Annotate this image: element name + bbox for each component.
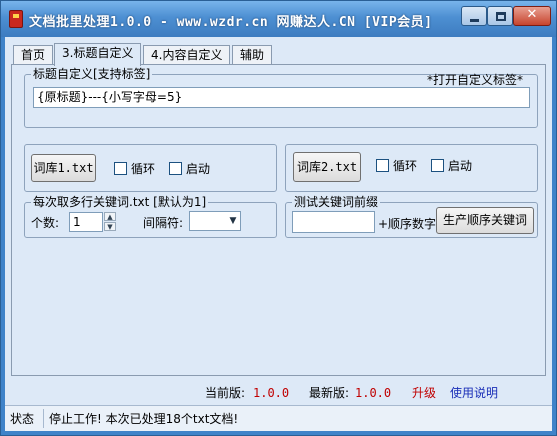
lexicon2-enable-checkbox[interactable] bbox=[431, 159, 444, 172]
maximize-button[interactable] bbox=[487, 6, 513, 26]
status-bar: 状态 停止工作! 本次已处理18个txt文档! bbox=[5, 405, 552, 431]
tab-assist[interactable]: 辅助 bbox=[232, 45, 273, 65]
open-custom-tags-link[interactable]: *打开自定义标签* bbox=[427, 73, 523, 87]
minimize-button[interactable] bbox=[461, 6, 487, 26]
sequence-number-label: +顺序数字 bbox=[378, 217, 437, 231]
status-message: 停止工作! 本次已处理18个txt文档! bbox=[49, 412, 239, 426]
lexicon2-loop-checkbox[interactable] bbox=[376, 159, 389, 172]
chevron-down-icon[interactable]: ▼ bbox=[227, 214, 239, 228]
lexicon1-enable-checkbox[interactable] bbox=[169, 162, 182, 175]
current-version-value: 1.0.0 bbox=[253, 386, 290, 400]
upgrade-link[interactable]: 升级 bbox=[412, 386, 436, 400]
multi-keyword-group-label: 每次取多行关键词.txt [默认为1] bbox=[31, 195, 209, 209]
latest-version-value: 1.0.0 bbox=[355, 386, 392, 400]
lexicon2-group: 词库2.txt 循环 启动 bbox=[285, 144, 538, 192]
lexicon1-loop-checkbox[interactable] bbox=[114, 162, 127, 175]
tab-panel: 标题自定义[支持标签] *打开自定义标签* {原标题}---{小写字母=5} 词… bbox=[11, 64, 546, 376]
multi-keyword-group: 每次取多行关键词.txt [默认为1] 个数: 1 ▲ ▼ 间隔符: ▼ bbox=[24, 195, 277, 238]
prefix-input[interactable] bbox=[292, 211, 375, 233]
count-label: 个数: bbox=[31, 216, 60, 230]
tab-home[interactable]: 首页 bbox=[13, 45, 54, 65]
status-label: 状态 bbox=[10, 412, 35, 426]
lexicon2-enable-label: 启动 bbox=[448, 159, 473, 173]
close-icon: ✕ bbox=[526, 7, 538, 22]
lexicon1-group: 词库1.txt 循环 启动 bbox=[24, 144, 277, 192]
test-prefix-group: 测试关键词前缀 +顺序数字 生产顺序关键词 bbox=[285, 195, 538, 238]
lexicon1-enable-label: 启动 bbox=[186, 162, 211, 176]
latest-version-label: 最新版: bbox=[309, 386, 350, 400]
tab-title-custom[interactable]: 3.标题自定义 bbox=[54, 43, 142, 66]
help-link[interactable]: 使用说明 bbox=[450, 386, 498, 400]
minimize-icon bbox=[470, 19, 479, 22]
app-icon bbox=[9, 10, 23, 28]
separator-label: 间隔符: bbox=[143, 216, 184, 230]
title-custom-group-label: 标题自定义[支持标签] bbox=[31, 67, 153, 81]
test-prefix-group-label: 测试关键词前缀 bbox=[292, 195, 381, 209]
lexicon2-button[interactable]: 词库2.txt bbox=[293, 152, 361, 182]
tab-content-custom[interactable]: 4.内容自定义 bbox=[143, 45, 231, 65]
title-bar[interactable]: 文档批里处理1.0.0 - www.wzdr.cn 网赚达人.CN [VIP会员… bbox=[1, 1, 556, 37]
count-input[interactable]: 1 bbox=[69, 212, 103, 232]
maximize-icon bbox=[496, 12, 506, 21]
lexicon2-loop-label: 循环 bbox=[393, 159, 418, 173]
lexicon1-loop-label: 循环 bbox=[131, 162, 156, 176]
title-custom-group: 标题自定义[支持标签] *打开自定义标签* {原标题}---{小写字母=5} bbox=[24, 67, 538, 128]
client-area: 首页 3.标题自定义 4.内容自定义 辅助 标题自定义[支持标签] *打开自定义… bbox=[5, 37, 552, 431]
generate-keywords-button[interactable]: 生产顺序关键词 bbox=[436, 207, 534, 234]
count-spin-up-icon[interactable]: ▲ bbox=[104, 212, 116, 221]
title-template-input[interactable]: {原标题}---{小写字母=5} bbox=[33, 87, 530, 108]
lexicon1-button[interactable]: 词库1.txt bbox=[31, 154, 96, 182]
current-version-label: 当前版: bbox=[205, 386, 246, 400]
close-button[interactable]: ✕ bbox=[513, 6, 551, 26]
window-title: 文档批里处理1.0.0 - www.wzdr.cn 网赚达人.CN [VIP会员… bbox=[29, 15, 433, 30]
app-window: 文档批里处理1.0.0 - www.wzdr.cn 网赚达人.CN [VIP会员… bbox=[0, 0, 557, 436]
status-divider bbox=[43, 409, 44, 428]
count-spin-down-icon[interactable]: ▼ bbox=[104, 222, 116, 231]
